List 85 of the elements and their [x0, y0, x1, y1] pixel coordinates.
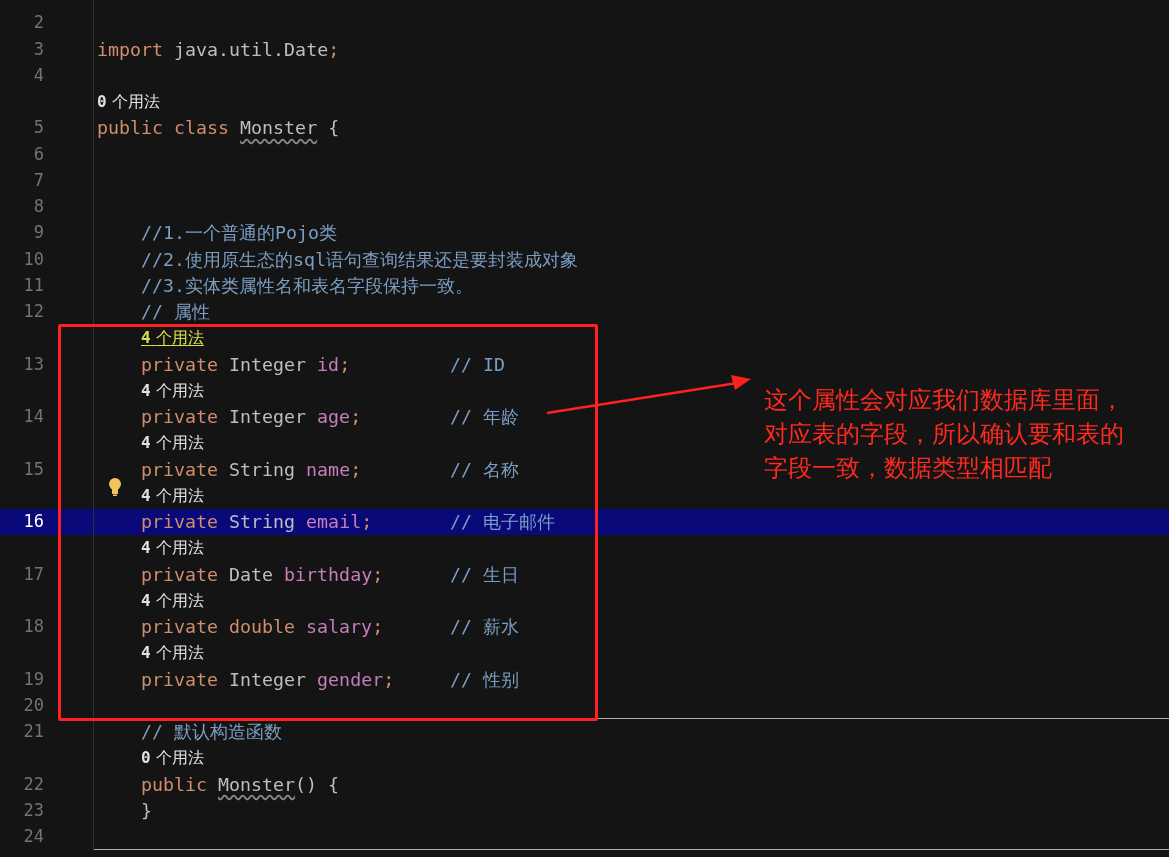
line-number: 23: [22, 798, 44, 822]
line-number: 9: [32, 221, 44, 245]
code-token: Monster: [218, 772, 296, 797]
code-token: ;: [350, 406, 362, 428]
code-token: name: [306, 458, 351, 480]
line-number: 5: [32, 116, 44, 140]
usage-hint[interactable]: 0 个用法: [97, 89, 160, 114]
code-token: Integer: [228, 353, 308, 375]
code-token: private: [141, 458, 219, 480]
line-number: 12: [22, 300, 44, 324]
code-token: ;: [350, 458, 362, 480]
line-number: 3: [32, 37, 44, 61]
code-token: String: [228, 458, 297, 480]
usage-hint[interactable]: 4 个用法: [141, 483, 204, 508]
code-comment: // 性别: [450, 667, 520, 692]
line-number: 2: [32, 11, 44, 35]
line-number: 6: [32, 142, 44, 166]
code-token: {: [327, 116, 340, 141]
line-number: 13: [22, 352, 44, 376]
line-number: 4: [32, 63, 44, 87]
usage-hint[interactable]: 4 个用法: [141, 378, 204, 403]
code-token: age: [317, 406, 351, 428]
line-number: 10: [22, 247, 44, 271]
code-comment: // 年龄: [450, 405, 520, 430]
code-comment: // 电子邮件: [450, 510, 556, 535]
code-token: () {: [295, 772, 340, 797]
code-token: }: [141, 798, 152, 823]
code-token: public: [141, 772, 209, 797]
code-token: ;: [372, 616, 384, 638]
line-number: 19: [22, 667, 44, 691]
line-number: 15: [22, 457, 44, 481]
code-comment: //3.实体类属性名和表名字段保持一致。: [141, 273, 474, 298]
line-number: 21: [22, 720, 44, 744]
code-comment: // 属性: [141, 300, 211, 325]
line-number: 11: [22, 273, 44, 297]
code-token: Monster: [240, 116, 318, 141]
line-number: 8: [32, 195, 44, 219]
code-token: String: [228, 511, 297, 533]
usage-hint[interactable]: 0 个用法: [141, 746, 204, 771]
line-number: 17: [22, 562, 44, 586]
code-token: private: [141, 511, 219, 533]
usage-hint[interactable]: 4 个用法: [141, 536, 204, 561]
code-token: private double: [141, 616, 297, 638]
line-number: 14: [22, 405, 44, 429]
usage-hint[interactable]: 4 个用法: [141, 588, 204, 613]
code-comment: // 薪水: [450, 615, 520, 640]
usage-hint[interactable]: 4 个用法: [141, 326, 204, 351]
code-token: id: [317, 353, 340, 375]
code-token: Integer: [228, 406, 308, 428]
code-token: private: [141, 353, 219, 375]
code-token: email: [306, 511, 362, 533]
code-token: ;: [383, 668, 395, 690]
code-comment: // 生日: [450, 562, 520, 587]
code-comment: //2.使用原生态的sql语句查询结果还是要封装成对象: [141, 247, 579, 272]
code-token: salary: [306, 616, 373, 638]
code-token: public class: [97, 116, 231, 141]
annotation-text: 这个属性会对应我们数据库里面，: [764, 385, 1124, 416]
code-comment: // 名称: [450, 457, 520, 482]
code-token: ;: [361, 511, 373, 533]
line-number: 24: [22, 825, 44, 849]
usage-hint[interactable]: 4 个用法: [141, 641, 204, 666]
code-token: birthday: [284, 563, 373, 585]
code-comment: // ID: [450, 352, 506, 377]
annotation-text: 对应表的字段，所以确认要和表的: [764, 419, 1124, 450]
lightbulb-icon[interactable]: [107, 476, 123, 497]
code-token: Date: [228, 563, 275, 585]
code-token: private: [141, 563, 219, 585]
line-number: 22: [22, 772, 44, 796]
line-number: 20: [22, 693, 44, 717]
code-token: import: [97, 37, 164, 62]
code-token: private: [141, 668, 219, 690]
line-number: 7: [32, 168, 44, 192]
code-comment: //1.一个普通的Pojo类: [141, 221, 338, 246]
annotation-text: 字段一致，数据类型相匹配: [764, 453, 1053, 484]
code-token: private: [141, 406, 219, 428]
code-token: Integer: [228, 668, 308, 690]
line-number: 16: [22, 510, 44, 534]
code-token: gender: [317, 668, 384, 690]
line-number: 18: [22, 615, 44, 639]
code-token: ;: [339, 353, 351, 375]
code-token: ;: [372, 563, 384, 585]
code-token: java.util.Date: [173, 37, 329, 62]
code-token: ;: [328, 37, 340, 62]
usage-hint[interactable]: 4 个用法: [141, 431, 204, 456]
code-comment: // 默认构造函数: [141, 720, 283, 745]
